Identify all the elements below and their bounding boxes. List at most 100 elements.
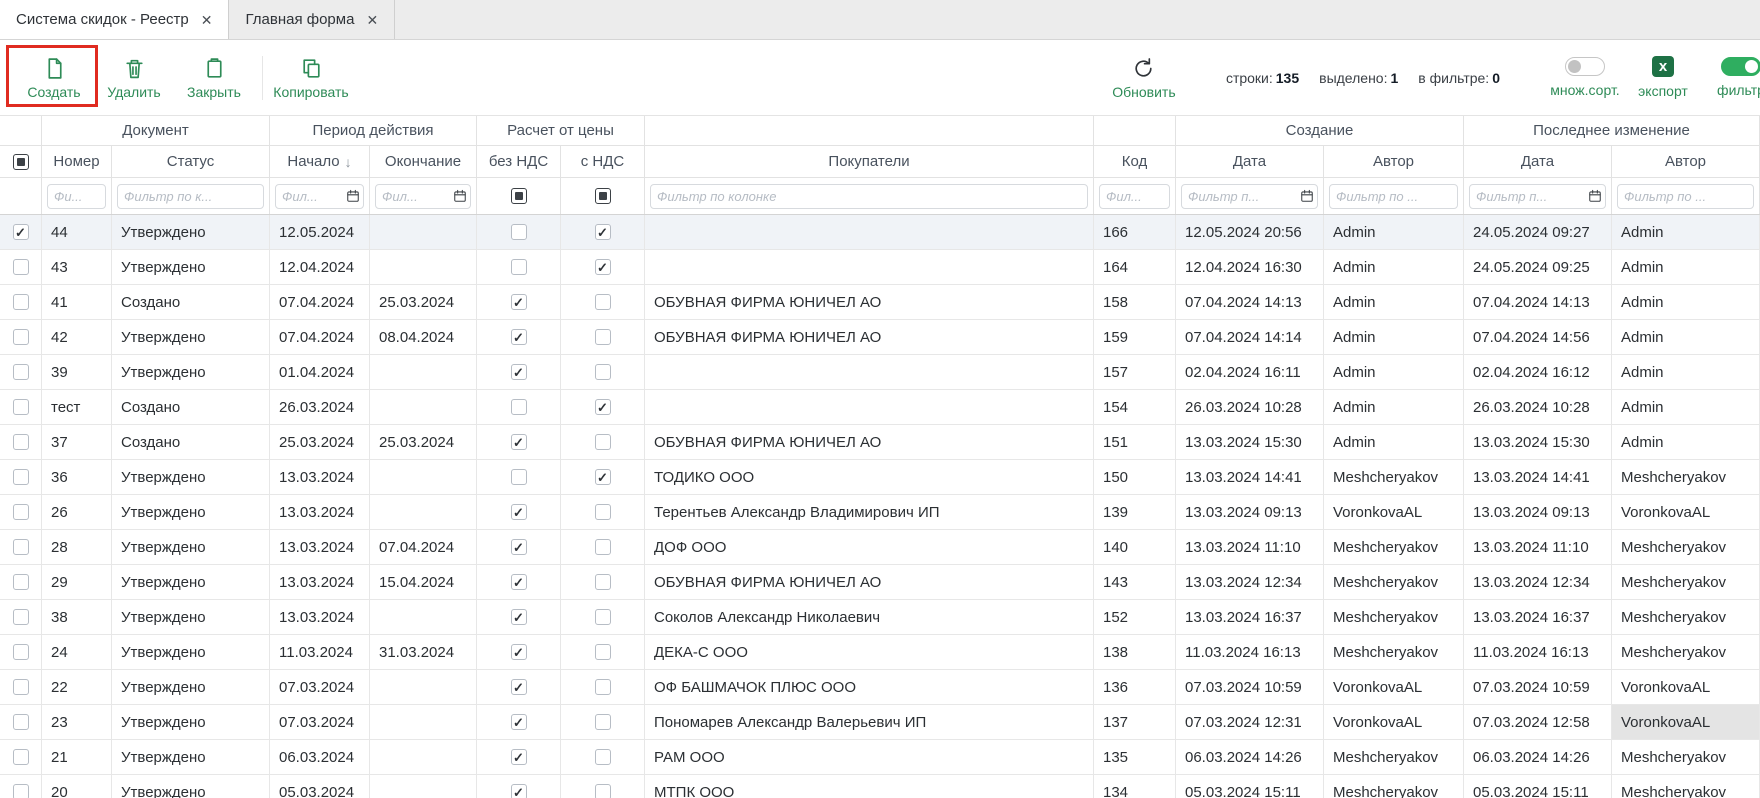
unchecked-checkbox[interactable]	[511, 224, 527, 240]
table-row[interactable]: 41Создано07.04.202425.03.2024ОБУВНАЯ ФИР…	[0, 285, 1760, 320]
header-number[interactable]: Номер	[42, 146, 112, 177]
row-checkbox[interactable]	[13, 609, 29, 625]
checked-checkbox[interactable]	[511, 714, 527, 730]
tab-discount-registry[interactable]: Система скидок - Реестр ✕	[0, 0, 229, 39]
unchecked-checkbox[interactable]	[595, 504, 611, 520]
unchecked-checkbox[interactable]	[595, 609, 611, 625]
checked-checkbox[interactable]	[595, 224, 611, 240]
filter-buyers-input[interactable]	[650, 184, 1088, 209]
unchecked-checkbox[interactable]	[595, 574, 611, 590]
checked-checkbox[interactable]	[511, 749, 527, 765]
export-control[interactable]: x экспорт	[1624, 56, 1702, 99]
checked-checkbox[interactable]	[511, 539, 527, 555]
table-row[interactable]: тестСоздано26.03.202415426.03.2024 10:28…	[0, 390, 1760, 425]
table-row[interactable]: 20Утверждено05.03.2024МТПК ООО13405.03.2…	[0, 775, 1760, 798]
unchecked-checkbox[interactable]	[511, 469, 527, 485]
table-row[interactable]: 42Утверждено07.04.202408.04.2024ОБУВНАЯ …	[0, 320, 1760, 355]
unchecked-checkbox[interactable]	[511, 399, 527, 415]
unchecked-checkbox[interactable]	[595, 434, 611, 450]
checked-checkbox[interactable]	[511, 504, 527, 520]
row-checkbox[interactable]	[13, 504, 29, 520]
row-checkbox[interactable]	[13, 399, 29, 415]
table-row[interactable]: 24Утверждено11.03.202431.03.2024ДЕКА-С О…	[0, 635, 1760, 670]
header-create-date[interactable]: Дата	[1176, 146, 1324, 177]
calendar-icon[interactable]	[453, 189, 467, 203]
header-mod-author[interactable]: Автор	[1612, 146, 1760, 177]
header-start[interactable]: Начало ↓	[270, 146, 370, 177]
checked-checkbox[interactable]	[595, 399, 611, 415]
table-row[interactable]: 36Утверждено13.03.2024ТОДИКО ООО15013.03…	[0, 460, 1760, 495]
table-row[interactable]: 21Утверждено06.03.2024РАМ ООО13506.03.20…	[0, 740, 1760, 775]
select-all-checkbox[interactable]	[13, 154, 29, 170]
unchecked-checkbox[interactable]	[595, 749, 611, 765]
calendar-icon[interactable]	[346, 189, 360, 203]
filter-status-input[interactable]	[117, 184, 264, 209]
unchecked-checkbox[interactable]	[595, 714, 611, 730]
unchecked-checkbox[interactable]	[595, 294, 611, 310]
filter-with-vat-checkbox[interactable]	[595, 188, 611, 204]
table-row[interactable]: 37Создано25.03.202425.03.2024ОБУВНАЯ ФИР…	[0, 425, 1760, 460]
tab-close-icon[interactable]: ✕	[201, 13, 213, 27]
row-checkbox[interactable]	[13, 784, 29, 798]
header-no-vat[interactable]: без НДС	[477, 146, 561, 177]
close-button[interactable]: Закрыть	[174, 56, 254, 100]
row-checkbox[interactable]	[13, 714, 29, 730]
table-row[interactable]: 29Утверждено13.03.202415.04.2024ОБУВНАЯ …	[0, 565, 1760, 600]
filter-no-vat-checkbox[interactable]	[511, 188, 527, 204]
filter-create-author-input[interactable]	[1329, 184, 1458, 209]
table-row[interactable]: 43Утверждено12.04.202416412.04.2024 16:3…	[0, 250, 1760, 285]
row-checkbox[interactable]	[13, 224, 29, 240]
checked-checkbox[interactable]	[511, 679, 527, 695]
filter-mod-date-input[interactable]	[1469, 184, 1606, 209]
row-checkbox[interactable]	[13, 679, 29, 695]
tab-close-icon[interactable]: ✕	[366, 13, 378, 27]
checked-checkbox[interactable]	[511, 364, 527, 380]
filter-toggle[interactable]	[1721, 57, 1760, 76]
header-mod-date[interactable]: Дата	[1464, 146, 1612, 177]
calendar-icon[interactable]	[1300, 189, 1314, 203]
checked-checkbox[interactable]	[511, 329, 527, 345]
checked-checkbox[interactable]	[511, 784, 527, 798]
table-row[interactable]: 44Утверждено12.05.202416612.05.2024 20:5…	[0, 215, 1760, 250]
row-checkbox[interactable]	[13, 434, 29, 450]
multisort-toggle[interactable]	[1565, 57, 1605, 76]
sort-desc-icon[interactable]: ↓	[345, 154, 352, 170]
row-checkbox[interactable]	[13, 259, 29, 275]
unchecked-checkbox[interactable]	[595, 644, 611, 660]
header-end[interactable]: Окончание	[370, 146, 477, 177]
create-button[interactable]: Создать	[14, 56, 94, 100]
unchecked-checkbox[interactable]	[595, 539, 611, 555]
row-checkbox[interactable]	[13, 539, 29, 555]
table-row[interactable]: 26Утверждено13.03.2024Терентьев Александ…	[0, 495, 1760, 530]
row-checkbox[interactable]	[13, 329, 29, 345]
header-with-vat[interactable]: с НДС	[561, 146, 645, 177]
row-checkbox[interactable]	[13, 469, 29, 485]
filter-control[interactable]: фильтр	[1702, 57, 1760, 98]
unchecked-checkbox[interactable]	[595, 364, 611, 380]
refresh-button[interactable]: Обновить	[1104, 56, 1184, 100]
unchecked-checkbox[interactable]	[511, 259, 527, 275]
checked-checkbox[interactable]	[595, 259, 611, 275]
multisort-control[interactable]: множ.сорт.	[1546, 57, 1624, 98]
unchecked-checkbox[interactable]	[595, 679, 611, 695]
header-buyers[interactable]: Покупатели	[645, 146, 1094, 177]
calendar-icon[interactable]	[1588, 189, 1602, 203]
unchecked-checkbox[interactable]	[595, 784, 611, 798]
filter-number-input[interactable]	[47, 184, 106, 209]
header-code[interactable]: Код	[1094, 146, 1176, 177]
checked-checkbox[interactable]	[511, 574, 527, 590]
tab-main-form[interactable]: Главная форма ✕	[229, 0, 395, 39]
unchecked-checkbox[interactable]	[595, 329, 611, 345]
table-row[interactable]: 39Утверждено01.04.202415702.04.2024 16:1…	[0, 355, 1760, 390]
table-row[interactable]: 23Утверждено07.03.2024Пономарев Александ…	[0, 705, 1760, 740]
checked-checkbox[interactable]	[511, 434, 527, 450]
copy-button[interactable]: Копировать	[271, 56, 351, 100]
header-status[interactable]: Статус	[112, 146, 270, 177]
row-checkbox[interactable]	[13, 294, 29, 310]
table-row[interactable]: 22Утверждено07.03.2024ОФ БАШМАЧОК ПЛЮС О…	[0, 670, 1760, 705]
delete-button[interactable]: Удалить	[94, 56, 174, 100]
filter-mod-author-input[interactable]	[1617, 184, 1754, 209]
row-checkbox[interactable]	[13, 364, 29, 380]
table-row[interactable]: 38Утверждено13.03.2024Соколов Александр …	[0, 600, 1760, 635]
header-create-author[interactable]: Автор	[1324, 146, 1464, 177]
